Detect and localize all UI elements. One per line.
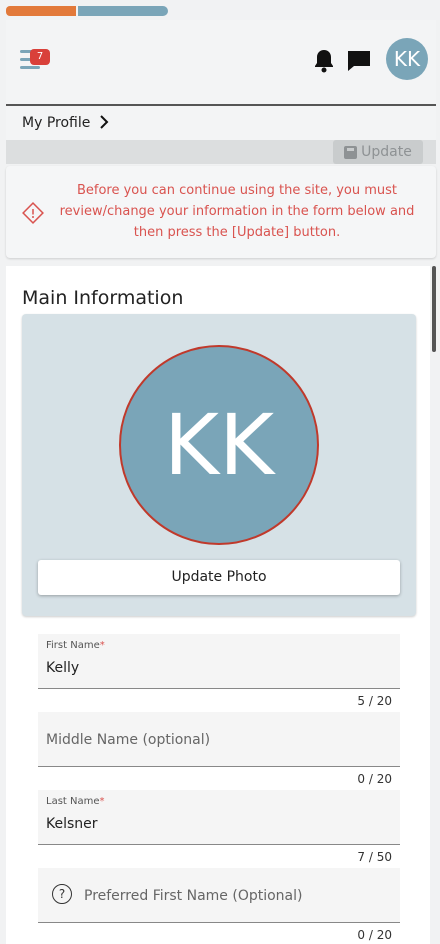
progress-segment-current	[78, 6, 168, 16]
top-app-bar: 7 KK	[6, 20, 436, 106]
chat-icon[interactable]	[346, 48, 372, 74]
action-bar: Update	[6, 140, 436, 164]
menu-notification-badge: 7	[30, 49, 50, 65]
middle-name-field[interactable]: Middle Name (optional)	[38, 712, 400, 767]
chevron-right-icon	[100, 115, 109, 129]
profile-form: Main Information KK Update Photo First N…	[6, 266, 430, 944]
breadcrumb: My Profile	[6, 106, 436, 140]
update-button[interactable]: Update	[333, 140, 423, 164]
first-name-label: First Name*	[46, 640, 105, 651]
warning-icon	[22, 202, 44, 224]
photo-card: KK Update Photo	[22, 314, 416, 616]
update-button-label: Update	[361, 144, 412, 160]
breadcrumb-item-my-profile[interactable]: My Profile	[22, 115, 90, 131]
last-name-label: Last Name*	[46, 796, 105, 807]
hamburger-icon-bar	[20, 66, 40, 69]
preferred-first-name-counter: 0 / 20	[357, 928, 392, 942]
first-name-field[interactable]: First Name* Kelly	[38, 634, 400, 689]
profile-avatar: KK	[119, 345, 319, 545]
progress-bar	[6, 6, 168, 16]
preferred-first-name-placeholder: Preferred First Name (Optional)	[84, 888, 303, 904]
required-marker: *	[99, 796, 105, 807]
last-name-counter: 7 / 50	[357, 850, 392, 864]
first-name-label-text: First Name	[46, 640, 100, 651]
first-name-value: Kelly	[46, 660, 80, 676]
preferred-first-name-field[interactable]: ? Preferred First Name (Optional)	[38, 868, 400, 923]
section-title: Main Information	[22, 287, 184, 309]
user-avatar[interactable]: KK	[386, 38, 428, 80]
progress-segment-complete	[6, 6, 76, 16]
last-name-label-text: Last Name	[46, 796, 100, 807]
save-icon	[344, 145, 358, 159]
last-name-value: Kelsner	[46, 816, 98, 832]
bell-icon[interactable]	[312, 48, 336, 74]
middle-name-placeholder: Middle Name (optional)	[46, 732, 211, 748]
required-marker: *	[99, 640, 105, 651]
alert-banner: Before you can continue using the site, …	[6, 166, 436, 258]
update-photo-button[interactable]: Update Photo	[38, 560, 400, 595]
help-circle-icon[interactable]: ?	[52, 884, 72, 904]
last-name-field[interactable]: Last Name* Kelsner	[38, 790, 400, 845]
alert-message: Before you can continue using the site, …	[59, 183, 415, 240]
middle-name-counter: 0 / 20	[357, 772, 392, 786]
scrollbar[interactable]	[432, 266, 436, 352]
first-name-counter: 5 / 20	[357, 694, 392, 708]
